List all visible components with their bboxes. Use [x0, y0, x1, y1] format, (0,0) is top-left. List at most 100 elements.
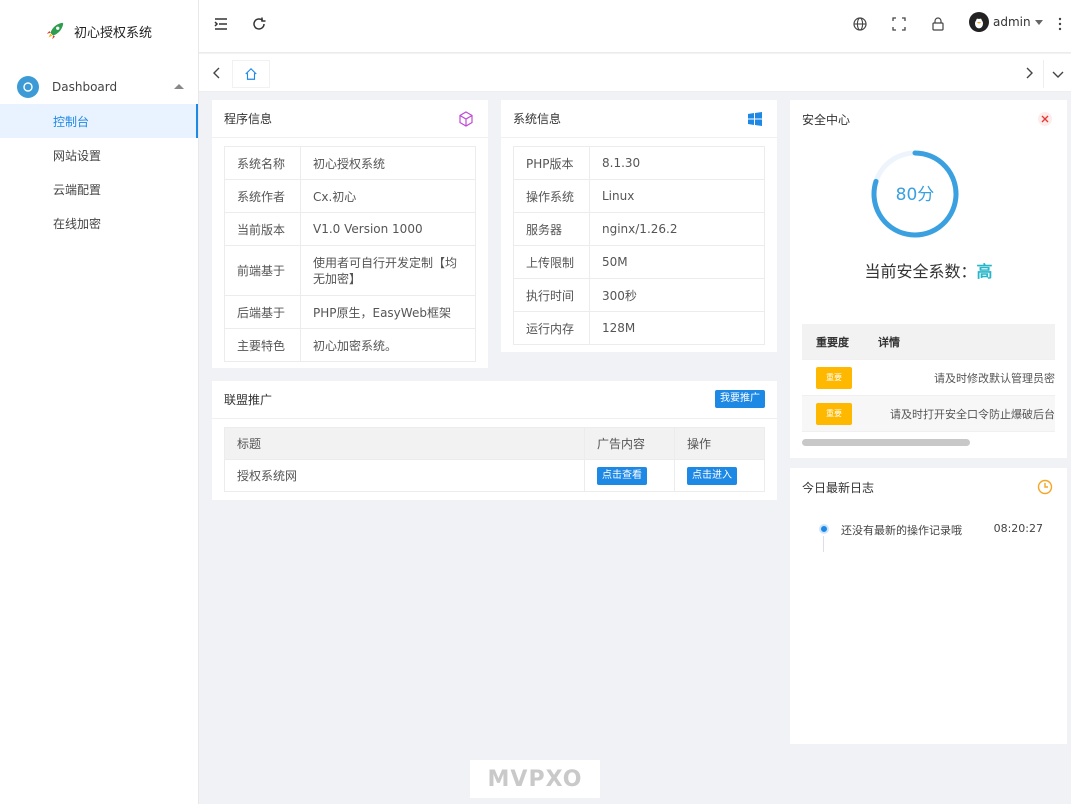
globe-icon[interactable]	[852, 16, 868, 32]
close-circle-icon[interactable]	[1037, 111, 1053, 127]
enter-button[interactable]: 点击进入	[687, 466, 737, 485]
column-header: 操作	[674, 427, 765, 460]
table-row: 主要特色 初心加密系统。	[224, 328, 476, 362]
info-key: 系统作者	[224, 179, 301, 213]
caret-down-icon	[1034, 19, 1043, 25]
security-table: 重要度 详情 重要 请及时修改默认管理员密 重要 请及时打开安全口令防止爆破后台	[802, 324, 1055, 432]
info-key: 执行时间	[513, 278, 590, 312]
tabs-bar	[199, 54, 1071, 92]
sidebar-item-console[interactable]: 控制台	[0, 104, 198, 138]
card-title: 程序信息	[224, 112, 273, 126]
info-key: 系统名称	[224, 146, 301, 180]
info-value: Cx.初心	[300, 179, 476, 213]
info-value: 初心加密系统。	[300, 328, 476, 362]
program-info-table: 系统名称 初心授权系统 系统作者 Cx.初心 当前版本 V1.0 Version 10…	[224, 146, 476, 362]
importance-badge: 重要	[816, 402, 852, 425]
importance-badge: 重要	[816, 366, 852, 389]
security-level-line: 当前安全系数：高	[790, 258, 1067, 282]
table-row: 系统名称 初心授权系统	[224, 146, 476, 180]
info-value: Linux	[589, 179, 765, 213]
fullscreen-icon[interactable]	[891, 16, 907, 32]
table-row: 运行内存 128M	[513, 311, 765, 345]
view-button[interactable]: 点击查看	[597, 466, 647, 485]
column-header: 广告内容	[584, 427, 675, 460]
table-row: PHP版本 8.1.30	[513, 146, 765, 180]
table-row: 重要 请及时打开安全口令防止爆破后台	[802, 396, 1055, 432]
table-row: 系统作者 Cx.初心	[224, 179, 476, 213]
table-header-row: 重要度 详情	[802, 324, 1055, 360]
tab-scroll-left-icon[interactable]	[209, 65, 225, 81]
sidebar-item-cloud-config[interactable]: 云端配置	[0, 172, 198, 206]
tab-scroll-right-icon[interactable]	[1021, 65, 1037, 81]
menu-group-dashboard[interactable]: Dashboard	[0, 70, 198, 104]
top-header: admin	[199, 0, 1071, 53]
tab-menu-dropdown[interactable]	[1043, 60, 1071, 88]
table-row: 前端基于 使用者可自行开发定制【均无加密】	[224, 245, 476, 296]
more-vertical-icon[interactable]	[1052, 16, 1068, 32]
user-menu[interactable]: admin	[969, 12, 1043, 32]
card-title: 安全中心	[802, 112, 851, 127]
column-header: 标题	[224, 427, 585, 460]
system-info-table: PHP版本 8.1.30 操作系统 Linux 服务器 nginx/1.26.2 上传…	[513, 146, 765, 345]
sidebar-item-site-settings[interactable]: 网站设置	[0, 138, 198, 172]
table-row: 当前版本 V1.0 Version 1000	[224, 212, 476, 246]
menu-toggle-icon[interactable]	[213, 16, 229, 32]
tab-home[interactable]	[232, 60, 270, 88]
windows-icon	[747, 111, 763, 127]
info-key: 前端基于	[224, 245, 301, 296]
info-key: 操作系统	[513, 179, 590, 213]
info-key: 服务器	[513, 212, 590, 246]
user-name: admin	[993, 15, 1031, 29]
home-icon	[245, 67, 257, 80]
card-title: 联盟推广	[224, 393, 273, 407]
avatar	[969, 12, 989, 32]
timeline-dot	[819, 524, 829, 534]
log-text: 还没有最新的操作记录哦	[841, 524, 962, 537]
promote-button[interactable]: 我要推广	[715, 390, 765, 408]
info-key: 上传限制	[513, 245, 590, 279]
table-row: 重要 请及时修改默认管理员密	[802, 360, 1055, 396]
security-score: 80分	[896, 185, 935, 205]
logo[interactable]: 初心授权系统	[0, 0, 198, 62]
table-row: 授权系统网 点击查看 点击进入	[224, 459, 765, 492]
cube-icon	[458, 111, 474, 127]
card-title: 系统信息	[513, 112, 562, 126]
system-info-card: 系统信息 PHP版本 8.1.30 操作系统 Linux 服务器 nginx/1.26…	[501, 100, 777, 352]
promo-card: 联盟推广 我要推广 标题 广告内容 操作 授权系统网 点击查看 点击进入	[212, 381, 777, 500]
table-row: 执行时间 300秒	[513, 278, 765, 312]
sidebar: 初心授权系统 Dashboard 控制台 网站设置 云端配置 在线加密	[0, 0, 199, 804]
security-level-value: 高	[976, 262, 993, 281]
security-detail: 请及时修改默认管理员密	[934, 371, 1055, 385]
horizontal-scrollbar[interactable]	[802, 439, 970, 446]
security-gauge: 80分	[871, 150, 959, 238]
info-value: PHP原生，EasyWeb框架	[300, 295, 476, 329]
info-value: 初心授权系统	[300, 146, 476, 180]
clock-icon	[1037, 479, 1053, 495]
lock-icon[interactable]	[930, 16, 946, 32]
logs-card: 今日最新日志 还没有最新的操作记录哦 08:20:27	[790, 468, 1067, 744]
info-key: 后端基于	[224, 295, 301, 329]
refresh-icon[interactable]	[251, 16, 267, 32]
info-key: 运行内存	[513, 311, 590, 345]
column-header: 详情	[878, 335, 900, 349]
caret-up-icon	[174, 84, 184, 89]
dashboard-icon	[17, 76, 39, 98]
security-detail: 请及时打开安全口令防止爆破后台	[890, 407, 1055, 421]
info-key: PHP版本	[513, 146, 590, 180]
app-title: 初心授权系统	[74, 25, 153, 41]
table-row: 上传限制 50M	[513, 245, 765, 279]
promo-table: 标题 广告内容 操作 授权系统网 点击查看 点击进入	[224, 427, 765, 492]
table-row: 后端基于 PHP原生，EasyWeb框架	[224, 295, 476, 329]
security-level-label: 当前安全系数：	[864, 262, 977, 281]
menu-group-label: Dashboard	[52, 80, 118, 94]
card-title: 今日最新日志	[802, 480, 875, 495]
info-value: nginx/1.26.2	[589, 212, 765, 246]
info-value: 128M	[589, 311, 765, 345]
table-row: 操作系统 Linux	[513, 179, 765, 213]
sidebar-item-online-encrypt[interactable]: 在线加密	[0, 206, 198, 240]
promo-title: 授权系统网	[224, 459, 585, 492]
table-row: 服务器 nginx/1.26.2	[513, 212, 765, 246]
info-key: 主要特色	[224, 328, 301, 362]
info-key: 当前版本	[224, 212, 301, 246]
info-value: V1.0 Version 1000	[300, 212, 476, 246]
